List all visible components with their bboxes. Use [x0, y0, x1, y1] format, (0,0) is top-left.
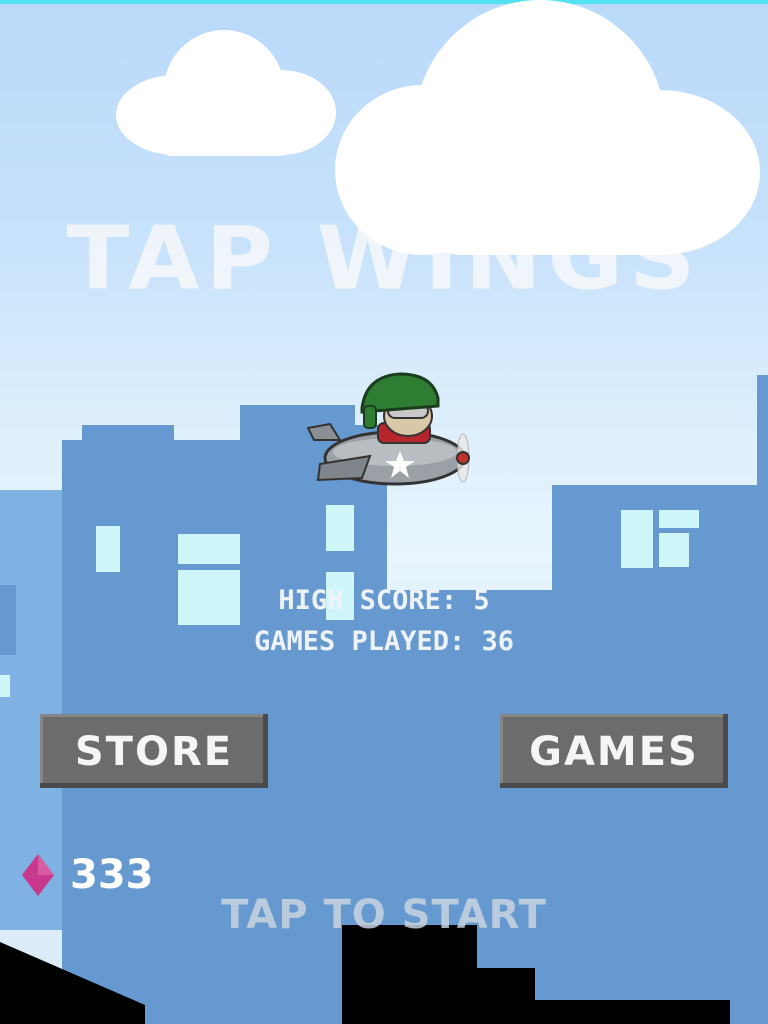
pilot-plane-icon [306, 372, 470, 486]
games-button[interactable]: GAMES [500, 714, 728, 788]
building-window [621, 510, 653, 568]
building-window [326, 505, 354, 551]
building-window [96, 526, 120, 572]
building-roof-left [82, 425, 174, 445]
foreground-rooftop-center [342, 925, 477, 1024]
foreground-rooftop-right [530, 1000, 730, 1024]
building-window [659, 510, 699, 528]
high-score-label: HIGH SCORE: 5 [278, 585, 490, 616]
building-light [0, 675, 10, 697]
building-window [659, 533, 689, 567]
foreground-rooftop-step [475, 968, 535, 1024]
building-right-antenna [757, 375, 768, 495]
tap-to-start-label[interactable]: TAP TO START [0, 892, 768, 938]
games-played-label: GAMES PLAYED: 36 [253, 626, 515, 657]
store-button[interactable]: STORE [40, 714, 268, 788]
cloud-large [335, 0, 768, 260]
game-scene[interactable]: TAP WINGS HIGH SCORE: 5 GAMES PLAYED: 36… [0, 0, 768, 1024]
building-window [178, 534, 240, 564]
cloud-small [116, 30, 336, 160]
